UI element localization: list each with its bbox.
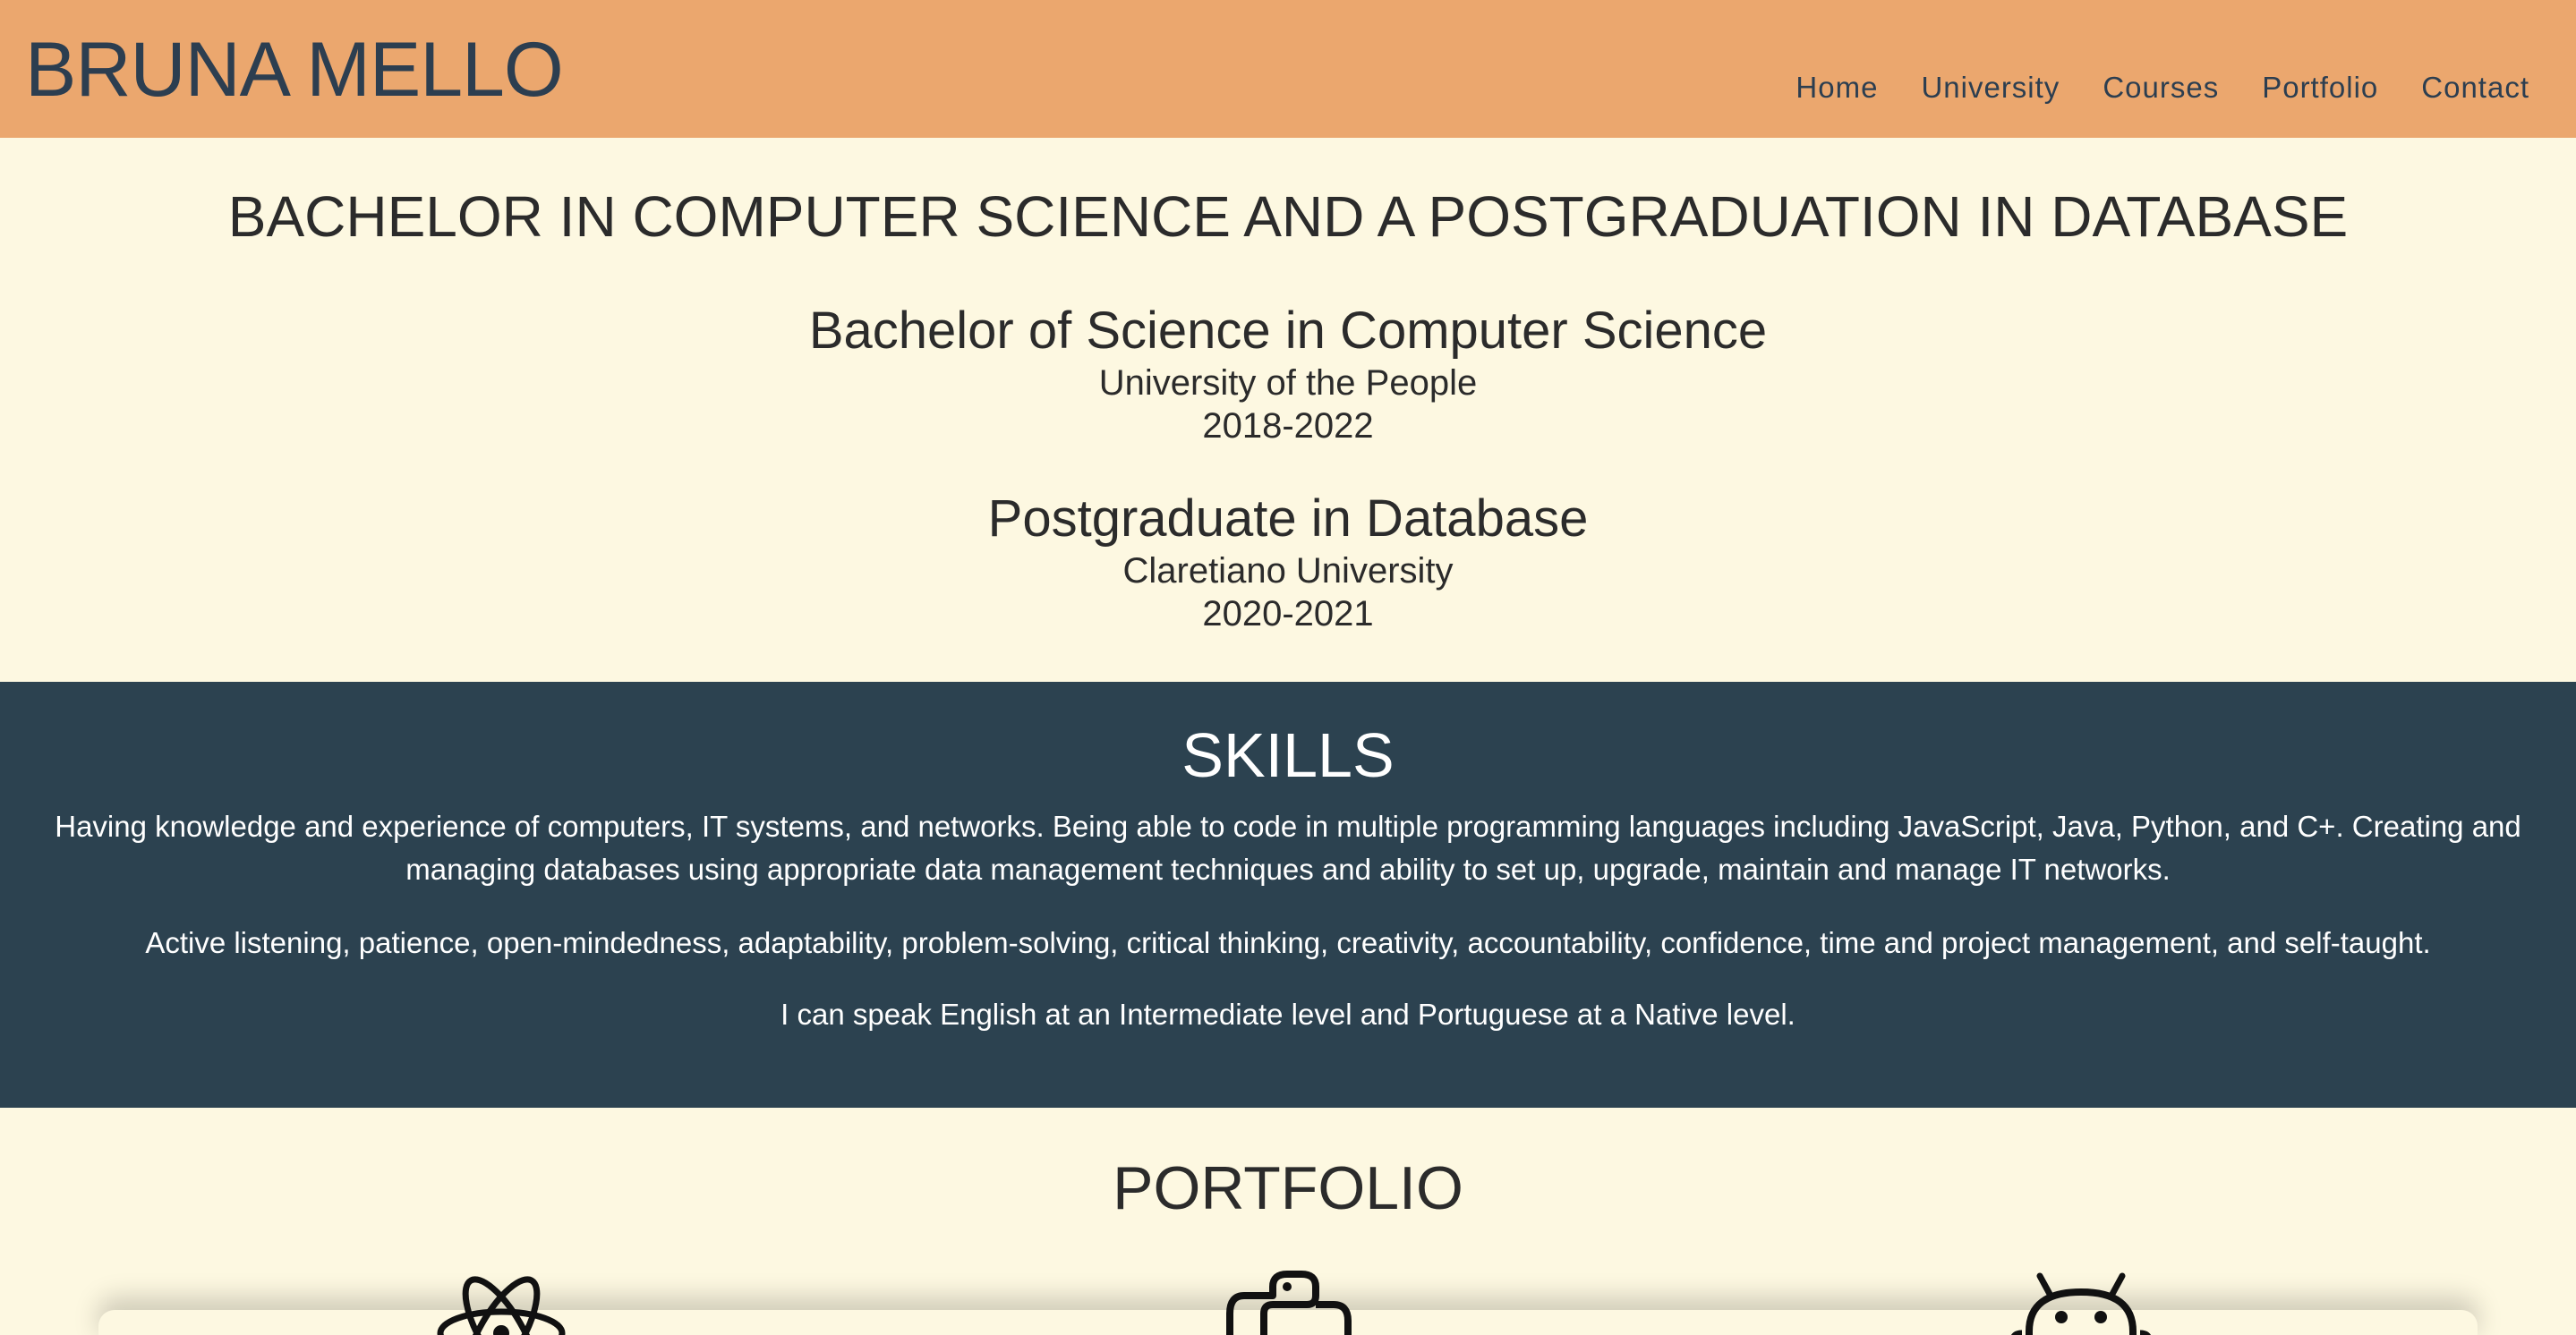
skills-soft-paragraph: Active listening, patience, open-mindedn… xyxy=(145,926,2431,959)
degree-school: Claretiano University xyxy=(1122,551,1454,591)
python-icon-graphic xyxy=(1226,1271,1352,1335)
portfolio-heading: PORTFOLIO xyxy=(1113,1154,1463,1222)
portfolio-section: PORTFOLIO xyxy=(0,1108,2576,1335)
degree-years: 2018-2022 xyxy=(1202,406,1374,446)
education-section: BACHELOR IN COMPUTER SCIENCE AND A POSTG… xyxy=(0,138,2576,682)
nav-university-link[interactable]: University xyxy=(1921,70,2060,106)
react-icon[interactable] xyxy=(430,1269,573,1335)
site-header: BRUNA MELLO Home University Courses Port… xyxy=(0,0,2576,138)
react-icon-graphic xyxy=(437,1276,566,1335)
python-icon[interactable] xyxy=(1217,1269,1361,1335)
nav-home-link[interactable]: Home xyxy=(1796,70,1878,106)
degree-postgraduate: Postgraduate in Database Claretiano Univ… xyxy=(0,489,2576,635)
main-nav: Home University Courses Portfolio Contac… xyxy=(1753,70,2529,106)
skills-heading: SKILLS xyxy=(1181,720,1395,790)
education-heading: BACHELOR IN COMPUTER SCIENCE AND A POSTG… xyxy=(227,184,2349,249)
android-icon-graphic xyxy=(2011,1272,2151,1335)
degree-title: Bachelor of Science in Computer Science xyxy=(808,302,1768,360)
skills-section: SKILLS Having knowledge and experience o… xyxy=(0,682,2576,1108)
skills-language-paragraph: I can speak English at an Intermediate l… xyxy=(780,998,1796,1031)
android-icon[interactable] xyxy=(2009,1269,2153,1335)
nav-contact-link[interactable]: Contact xyxy=(2421,70,2529,106)
degree-years: 2020-2021 xyxy=(1202,594,1374,633)
degree-title: Postgraduate in Database xyxy=(987,489,1589,548)
site-brand[interactable]: BRUNA MELLO xyxy=(25,27,564,113)
skills-technical-paragraph: Having knowledge and experience of compu… xyxy=(55,810,2521,886)
nav-courses-link[interactable]: Courses xyxy=(2103,70,2219,106)
degree-school: University of the People xyxy=(1098,363,1478,403)
nav-portfolio-link[interactable]: Portfolio xyxy=(2262,70,2378,106)
degree-bachelor: Bachelor of Science in Computer Science … xyxy=(0,301,2576,447)
